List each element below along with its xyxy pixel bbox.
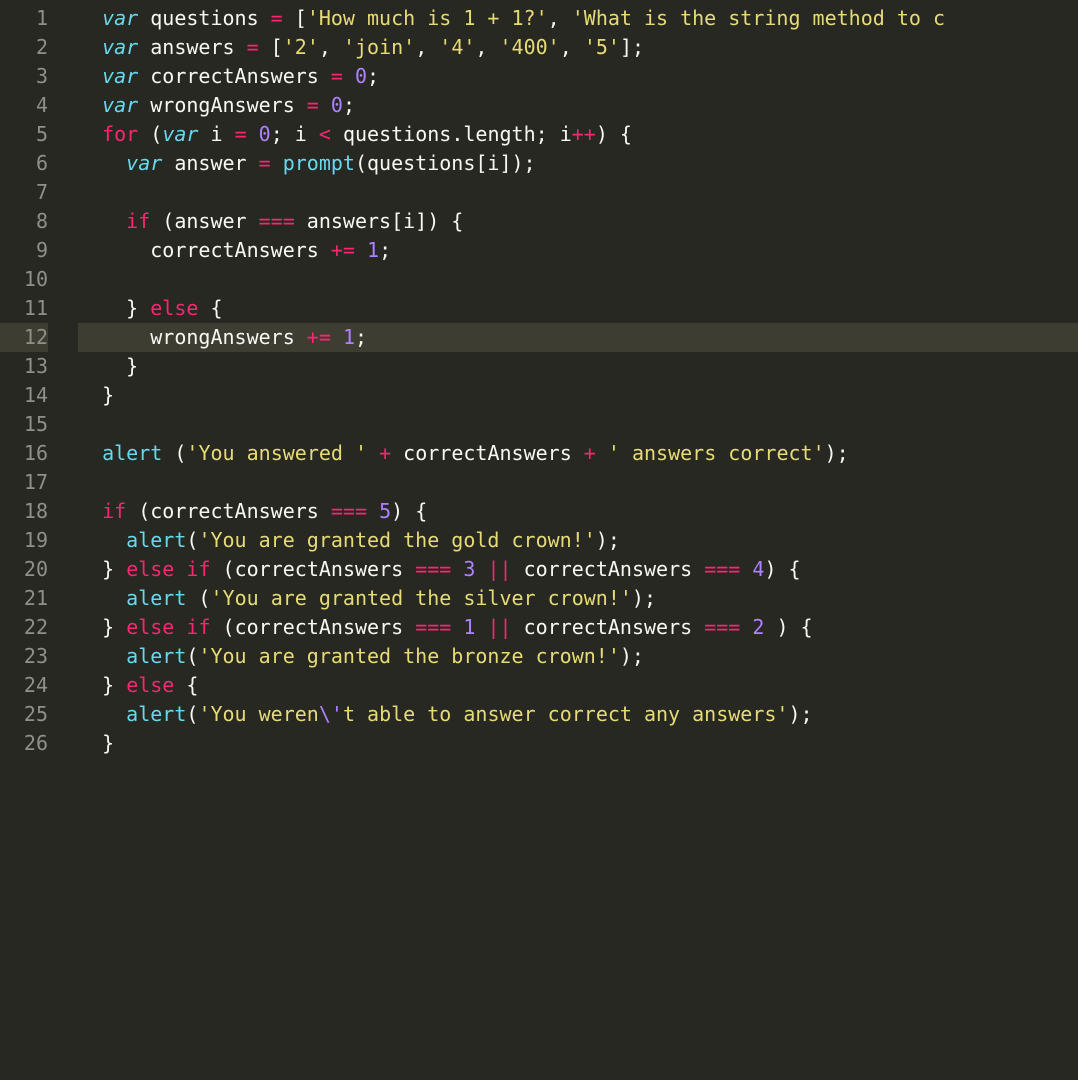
line-number: 6 [0, 149, 48, 178]
line-number: 24 [0, 671, 48, 700]
code-line[interactable]: var answers = ['2', 'join', '4', '400', … [78, 33, 1078, 62]
code-line[interactable] [78, 410, 1078, 439]
code-line[interactable]: } else if (correctAnswers === 3 || corre… [78, 555, 1078, 584]
line-number: 10 [0, 265, 48, 294]
line-number: 22 [0, 613, 48, 642]
line-number: 8 [0, 207, 48, 236]
line-number: 17 [0, 468, 48, 497]
code-line[interactable]: alert('You weren\'t able to answer corre… [78, 700, 1078, 729]
line-number: 15 [0, 410, 48, 439]
code-line[interactable]: } else { [78, 671, 1078, 700]
code-line[interactable]: } [78, 352, 1078, 381]
code-line[interactable] [78, 178, 1078, 207]
line-number: 16 [0, 439, 48, 468]
line-number: 5 [0, 120, 48, 149]
code-line[interactable]: if (answer === answers[i]) { [78, 207, 1078, 236]
code-line[interactable]: alert ('You answered ' + correctAnswers … [78, 439, 1078, 468]
line-number: 7 [0, 178, 48, 207]
line-number: 25 [0, 700, 48, 729]
line-number: 18 [0, 497, 48, 526]
code-line[interactable]: var correctAnswers = 0; [78, 62, 1078, 91]
line-number: 2 [0, 33, 48, 62]
code-line[interactable]: alert('You are granted the gold crown!')… [78, 526, 1078, 555]
line-number: 4 [0, 91, 48, 120]
code-line[interactable]: alert('You are granted the bronze crown!… [78, 642, 1078, 671]
code-line[interactable]: wrongAnswers += 1; [78, 323, 1078, 352]
code-line[interactable]: } [78, 381, 1078, 410]
code-line[interactable] [78, 468, 1078, 497]
line-number: 9 [0, 236, 48, 265]
line-number: 3 [0, 62, 48, 91]
code-line[interactable]: for (var i = 0; i < questions.length; i+… [78, 120, 1078, 149]
code-line[interactable]: } else { [78, 294, 1078, 323]
line-number: 11 [0, 294, 48, 323]
code-line[interactable]: } [78, 729, 1078, 758]
code-line[interactable]: alert ('You are granted the silver crown… [78, 584, 1078, 613]
line-number: 19 [0, 526, 48, 555]
code-area[interactable]: var questions = ['How much is 1 + 1?', '… [60, 0, 1078, 1080]
code-line[interactable]: if (correctAnswers === 5) { [78, 497, 1078, 526]
code-line[interactable] [78, 265, 1078, 294]
code-line[interactable]: correctAnswers += 1; [78, 236, 1078, 265]
line-number: 20 [0, 555, 48, 584]
line-number-gutter: 1234567891011121314151617181920212223242… [0, 0, 60, 1080]
line-number: 26 [0, 729, 48, 758]
code-line[interactable]: var wrongAnswers = 0; [78, 91, 1078, 120]
code-line[interactable]: var answer = prompt(questions[i]); [78, 149, 1078, 178]
code-line[interactable]: var questions = ['How much is 1 + 1?', '… [78, 4, 1078, 33]
line-number: 1 [0, 4, 48, 33]
code-editor[interactable]: 1234567891011121314151617181920212223242… [0, 0, 1078, 1080]
code-line[interactable]: } else if (correctAnswers === 1 || corre… [78, 613, 1078, 642]
line-number: 21 [0, 584, 48, 613]
line-number: 23 [0, 642, 48, 671]
line-number: 14 [0, 381, 48, 410]
line-number: 13 [0, 352, 48, 381]
line-number: 12 [0, 323, 48, 352]
